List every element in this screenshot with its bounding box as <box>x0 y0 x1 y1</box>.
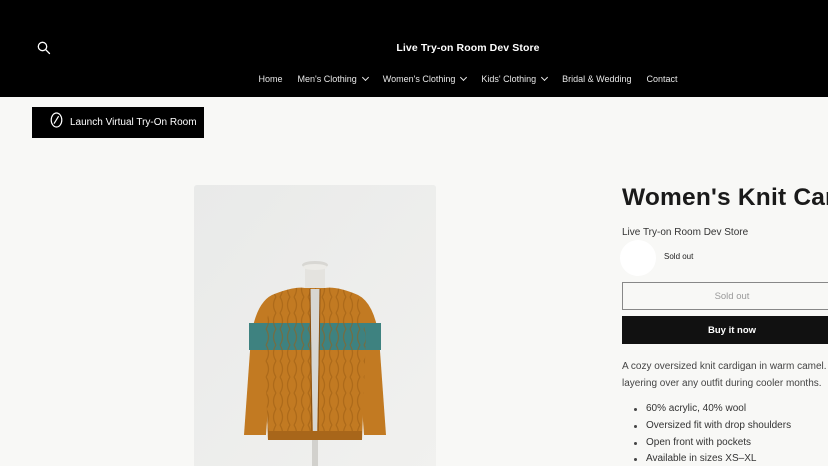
nav-label: Men's Clothing <box>297 74 357 84</box>
buy-it-now-button[interactable]: Buy it now <box>622 316 828 344</box>
nav-label: Kids' Clothing <box>481 74 537 84</box>
nav-item-kids-clothing[interactable]: Kids' Clothing <box>481 73 549 84</box>
description-line: layering over any outfit during cooler m… <box>622 378 822 389</box>
store-title[interactable]: Live Try-on Room Dev Store <box>0 42 828 54</box>
nav-label: Contact <box>646 74 678 84</box>
hanger-oval-icon <box>50 112 63 133</box>
product-vendor: Live Try-on Room Dev Store <box>622 227 749 238</box>
nav-label: Women's Clothing <box>382 74 456 84</box>
chevron-down-icon <box>361 73 369 82</box>
nav-label: Home <box>258 74 283 84</box>
nav-item-mens-clothing[interactable]: Men's Clothing <box>297 73 369 84</box>
product-description: A cozy oversized knit cardigan in warm c… <box>622 358 828 392</box>
chevron-down-icon <box>460 73 468 82</box>
nav-item-bridal-wedding[interactable]: Bridal & Wedding <box>562 74 631 84</box>
feature-item: Oversized fit with drop shoulders <box>634 418 791 435</box>
chevron-down-icon <box>541 73 549 82</box>
nav-item-womens-clothing[interactable]: Women's Clothing <box>382 73 468 84</box>
sold-out-button[interactable]: Sold out <box>622 282 828 310</box>
feature-item: 60% acrylic, 40% wool <box>634 401 791 418</box>
nav-item-contact[interactable]: Contact <box>646 74 677 84</box>
launch-virtual-try-on-button[interactable]: Launch Virtual Try-On Room <box>32 107 204 138</box>
site-header: Live Try-on Room Dev Store Home Men's Cl… <box>0 0 828 97</box>
product-image[interactable] <box>194 185 436 466</box>
launch-button-label: Launch Virtual Try-On Room <box>70 117 197 128</box>
main-nav: Home Men's Clothing Women's Clothing Kid… <box>0 73 828 84</box>
feature-list: 60% acrylic, 40% wool Oversized fit with… <box>634 401 791 466</box>
feature-item: Open front with pockets <box>634 435 791 452</box>
feature-item: Available in sizes XS–XL <box>634 451 791 466</box>
sold-out-badge: Sold out <box>664 252 694 261</box>
nav-item-home[interactable]: Home <box>258 74 282 84</box>
nav-label: Bridal & Wedding <box>562 74 632 84</box>
product-title: Women's Knit Car <box>622 184 828 211</box>
color-swatch[interactable] <box>620 240 656 276</box>
description-line: A cozy oversized knit cardigan in warm c… <box>622 361 827 372</box>
